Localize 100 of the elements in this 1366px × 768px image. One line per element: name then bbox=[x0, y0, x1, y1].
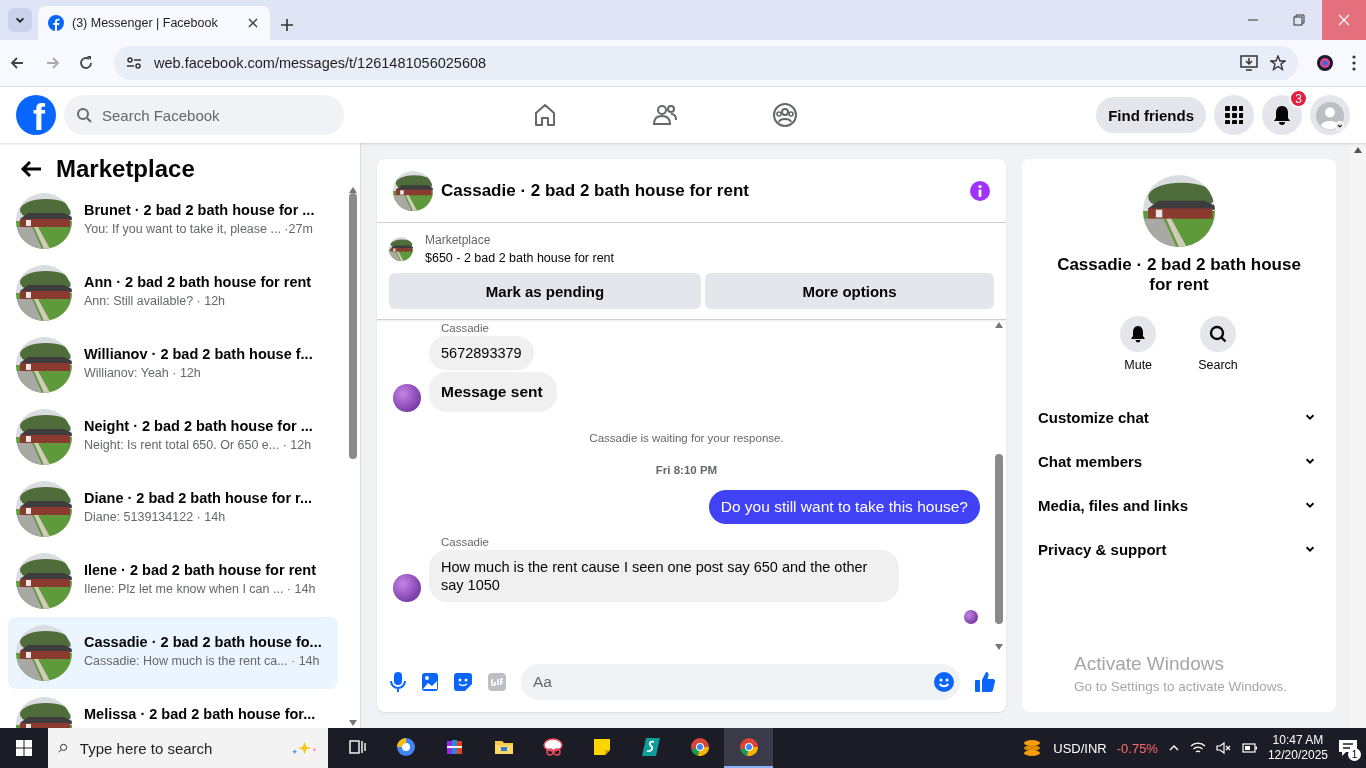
app-icon[interactable] bbox=[395, 737, 416, 757]
wifi-icon[interactable] bbox=[1189, 741, 1206, 755]
message-bubble: Message sent bbox=[429, 372, 557, 412]
scroll-down-icon[interactable] bbox=[349, 720, 357, 726]
chrome-icon[interactable] bbox=[738, 737, 759, 757]
message-bubble: Do you still want to take this house? bbox=[708, 490, 980, 524]
sidebar-title: Marketplace bbox=[56, 155, 195, 183]
activation-title: Activate Windows bbox=[1074, 653, 1225, 675]
scissors-icon[interactable] bbox=[542, 737, 563, 757]
listing-button[interactable]: Mark as pending bbox=[389, 273, 701, 309]
section-toggle[interactable]: Customize chat bbox=[1030, 395, 1328, 439]
conversation-preview: Ilene: Plz let me know when I can ... · 14h bbox=[84, 582, 317, 596]
message-field[interactable]: Aa bbox=[521, 664, 960, 700]
status-notice: Cassadie is waiting for your response. bbox=[588, 432, 785, 444]
chrome-icon[interactable] bbox=[689, 737, 710, 757]
taskbar-app[interactable] bbox=[724, 728, 773, 768]
archive-icon[interactable] bbox=[444, 737, 465, 757]
search-input[interactable]: Search Facebook bbox=[100, 105, 332, 125]
avatar bbox=[393, 574, 421, 602]
scroll-up-icon[interactable] bbox=[1354, 147, 1362, 153]
sticker-icon[interactable] bbox=[453, 672, 473, 692]
install-icon[interactable] bbox=[1240, 55, 1258, 71]
clock-date[interactable]: 12/20/2025 bbox=[1267, 748, 1328, 763]
conversation-preview: Neight: Is rent total 650. Or 650 e... · 12h bbox=[84, 438, 313, 452]
scrollbar-thumb[interactable] bbox=[995, 454, 1003, 624]
tab-title: (3) Messenger | Facebook bbox=[72, 16, 219, 30]
conversation-preview: Willianov: Yeah · 12h bbox=[84, 366, 202, 380]
listing-title: $650 - 2 bad 2 bath house for rent bbox=[425, 251, 615, 265]
info-icon[interactable] bbox=[970, 180, 990, 201]
new-tab-icon[interactable] bbox=[280, 18, 294, 32]
friends-icon[interactable] bbox=[652, 102, 679, 128]
activation-text: Go to Settings to activate Windows. bbox=[1074, 679, 1288, 694]
ticker-change: -0.75% bbox=[1116, 740, 1158, 756]
mute-button[interactable]: Mute bbox=[1114, 315, 1163, 373]
extension-icon[interactable] bbox=[1316, 54, 1334, 72]
notification-count: 1 bbox=[1348, 748, 1361, 761]
microphone-icon[interactable] bbox=[389, 671, 407, 693]
restore-icon[interactable] bbox=[1293, 14, 1305, 26]
back-icon[interactable] bbox=[10, 55, 26, 71]
conversation-title: Brunet · 2 bad 2 bath house for ... bbox=[84, 202, 315, 218]
s-app-icon[interactable] bbox=[640, 737, 661, 757]
message-input[interactable]: Aa bbox=[531, 672, 934, 692]
conversation-item[interactable]: Neight · 2 bad 2 bath house for ... Neight: Is rent total 650. Or 650 e... · 12h bbox=[8, 401, 338, 473]
address-bar[interactable]: web.facebook.com/messages/t/1261481056025608 bbox=[114, 46, 1298, 80]
speaker-muted-icon[interactable] bbox=[1215, 741, 1232, 755]
emoji-icon[interactable] bbox=[934, 672, 954, 692]
conversation-item[interactable]: Cassadie · 2 bad 2 bath house fo... Cassadie: How much is the rent ca... · 14h bbox=[8, 617, 338, 689]
menu-icon[interactable] bbox=[1352, 55, 1356, 71]
battery-icon[interactable] bbox=[1241, 743, 1258, 753]
sender-name: Cassadie bbox=[441, 322, 490, 334]
logo[interactable]: f bbox=[16, 95, 56, 135]
browser-tab[interactable]: (3) Messenger | Facebook bbox=[38, 6, 270, 40]
conversation-item[interactable]: Ann · 2 bad 2 bath house for rent Ann: Still available? · 12h bbox=[8, 257, 338, 329]
conversation-title: Neight · 2 bad 2 bath house for ... bbox=[84, 418, 313, 434]
section-toggle[interactable]: Media, files and links bbox=[1030, 483, 1328, 527]
timestamp: Fri 8:10 PM bbox=[654, 464, 719, 476]
sticky-note-icon[interactable] bbox=[591, 737, 612, 757]
find-friends-button[interactable]: Find friends bbox=[1096, 97, 1206, 133]
sender-name: Cassadie bbox=[441, 536, 490, 548]
conversation-item[interactable]: Willianov · 2 bad 2 bath house f... Willianov: Yeah · 12h bbox=[8, 329, 338, 401]
scroll-up-icon[interactable] bbox=[995, 322, 1003, 328]
section-toggle[interactable]: Chat members bbox=[1030, 439, 1328, 483]
clock-time[interactable]: 10:47 AM bbox=[1272, 733, 1324, 748]
groups-icon[interactable] bbox=[772, 102, 799, 128]
conversation-preview: Ann: Still available? · 12h bbox=[84, 294, 227, 308]
notification-badge: 3 bbox=[1289, 89, 1308, 108]
chat-title: Cassadie · 2 bad 2 bath house for rent bbox=[441, 180, 750, 201]
url-text: web.facebook.com/messages/t/1261481056025608 bbox=[154, 55, 488, 71]
search-icon bbox=[1209, 325, 1227, 343]
conversation-title: Cassadie · 2 bad 2 bath house fo... bbox=[84, 634, 322, 650]
close-icon[interactable] bbox=[246, 16, 260, 30]
conversation-title: Melissa · 2 bad 2 bath house for... bbox=[84, 706, 316, 722]
listing-button[interactable]: More options bbox=[705, 273, 994, 309]
tab-list-button[interactable] bbox=[8, 8, 32, 32]
bell-icon bbox=[1129, 325, 1148, 343]
message-bubble: How much is the rent cause I seen one post say 650 and the other say 1050 bbox=[429, 550, 899, 602]
ticker-symbol: USD/INR bbox=[1053, 740, 1107, 756]
like-icon[interactable] bbox=[974, 671, 996, 693]
scrollbar-thumb[interactable] bbox=[349, 193, 357, 459]
menu-button[interactable] bbox=[1214, 95, 1254, 135]
task-view-icon[interactable] bbox=[346, 737, 367, 757]
conversation-item[interactable]: Diane · 2 bad 2 bath house for r... Diane: 5139134122 · 14h bbox=[8, 473, 338, 545]
listing-label: Marketplace bbox=[425, 233, 492, 247]
search-field[interactable]: Search Facebook bbox=[64, 95, 344, 135]
taskbar-search-field[interactable]: Type here to search bbox=[48, 728, 328, 768]
section-toggle[interactable]: Privacy & support bbox=[1030, 527, 1328, 571]
message-bubble: 5672893379 bbox=[429, 336, 534, 370]
conversation-item[interactable]: Brunet · 2 bad 2 bath house for ... You: If you want to take it, please ... ·27m bbox=[8, 185, 338, 257]
site-settings-icon[interactable] bbox=[126, 55, 142, 71]
reload-icon[interactable] bbox=[78, 55, 94, 71]
image-icon[interactable] bbox=[421, 672, 439, 692]
star-icon[interactable] bbox=[1270, 55, 1286, 71]
conversation-title: Ann · 2 bad 2 bath house for rent bbox=[84, 274, 312, 290]
scroll-down-icon[interactable] bbox=[995, 644, 1003, 650]
taskbar-search[interactable]: Type here to search bbox=[77, 738, 281, 758]
conversation-item[interactable]: Ilene · 2 bad 2 bath house for rent Ilene: Plz let me know when I can ... · 14h bbox=[8, 545, 338, 617]
search-button[interactable]: Search bbox=[1192, 315, 1244, 373]
avatar bbox=[393, 384, 421, 412]
conversation-preview: You: If you want to take it, please ... ·27m bbox=[84, 222, 314, 236]
back-arrow-icon[interactable] bbox=[20, 160, 42, 178]
